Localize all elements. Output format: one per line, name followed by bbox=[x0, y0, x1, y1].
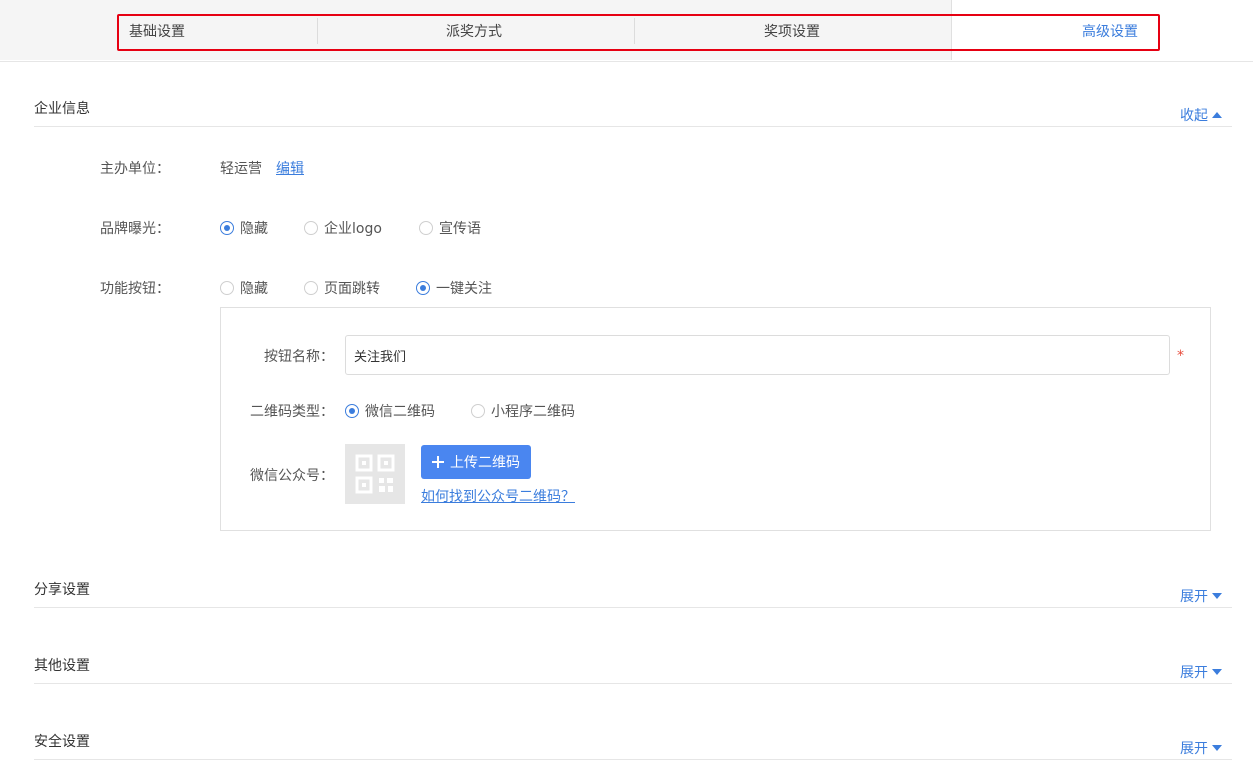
qr-radio-miniprogram[interactable]: 小程序二维码 bbox=[471, 401, 575, 421]
section-header-other: 其他设置 展开 bbox=[34, 650, 1232, 684]
tab-bar: 基础设置 派奖方式 奖项设置 高级设置 bbox=[0, 0, 1253, 62]
toggle-label: 收起 bbox=[1180, 108, 1208, 124]
radio-unchecked-icon bbox=[419, 221, 433, 235]
radio-label: 页面跳转 bbox=[324, 281, 380, 297]
toggle-label: 展开 bbox=[1180, 589, 1208, 605]
section-title: 企业信息 bbox=[34, 101, 90, 117]
tab-prize-settings[interactable]: 奖项设置 bbox=[764, 18, 820, 46]
radio-label: 宣传语 bbox=[439, 221, 481, 237]
radio-label: 企业logo bbox=[324, 221, 382, 237]
expand-toggle[interactable]: 展开 bbox=[1180, 738, 1222, 758]
qr-code-icon bbox=[355, 454, 395, 494]
tab-divider bbox=[634, 18, 635, 44]
brand-radio-slogan[interactable]: 宣传语 bbox=[419, 218, 481, 238]
collapse-toggle[interactable]: 收起 bbox=[1180, 105, 1222, 125]
section-title: 安全设置 bbox=[34, 734, 90, 750]
wechat-account-label: 微信公众号： bbox=[250, 468, 334, 484]
section-header-company: 企业信息 收起 bbox=[34, 92, 1232, 127]
caret-down-icon bbox=[1212, 745, 1222, 751]
brand-radio-logo[interactable]: 企业logo bbox=[304, 218, 382, 238]
func-radio-hide[interactable]: 隐藏 bbox=[220, 278, 268, 298]
tab-divider bbox=[317, 18, 318, 44]
upload-qr-label: 上传二维码 bbox=[450, 455, 520, 471]
radio-label: 隐藏 bbox=[240, 221, 268, 237]
section-title: 分享设置 bbox=[34, 582, 90, 598]
tab-basic-settings[interactable]: 基础设置 bbox=[129, 18, 185, 46]
section-header-security: 安全设置 展开 bbox=[34, 726, 1232, 760]
qr-code-placeholder bbox=[345, 444, 405, 504]
func-radio-page-jump[interactable]: 页面跳转 bbox=[304, 278, 380, 298]
toggle-label: 展开 bbox=[1180, 741, 1208, 757]
function-button-label: 功能按钮： bbox=[100, 281, 170, 297]
radio-label: 微信二维码 bbox=[365, 404, 435, 420]
radio-label: 小程序二维码 bbox=[491, 404, 575, 420]
button-name-input[interactable] bbox=[345, 335, 1170, 375]
radio-unchecked-icon bbox=[220, 281, 234, 295]
expand-toggle[interactable]: 展开 bbox=[1180, 662, 1222, 682]
radio-label: 隐藏 bbox=[240, 281, 268, 297]
brand-radio-hide[interactable]: 隐藏 bbox=[220, 218, 268, 238]
radio-label: 一键关注 bbox=[436, 281, 492, 297]
edit-organizer-link[interactable]: 编辑 bbox=[276, 158, 304, 178]
radio-checked-icon bbox=[416, 281, 430, 295]
qr-radio-wechat[interactable]: 微信二维码 bbox=[345, 401, 435, 421]
caret-down-icon bbox=[1212, 593, 1222, 599]
tab-award-method[interactable]: 派奖方式 bbox=[446, 18, 502, 46]
radio-checked-icon bbox=[345, 404, 359, 418]
organizer-label: 主办单位： bbox=[100, 161, 170, 177]
toggle-label: 展开 bbox=[1180, 665, 1208, 681]
qr-type-label: 二维码类型： bbox=[250, 404, 334, 420]
plus-icon bbox=[432, 456, 444, 468]
caret-down-icon bbox=[1212, 669, 1222, 675]
section-title: 其他设置 bbox=[34, 658, 90, 674]
radio-unchecked-icon bbox=[304, 221, 318, 235]
find-qr-help-link[interactable]: 如何找到公众号二维码？ bbox=[421, 486, 575, 506]
upload-qr-button[interactable]: 上传二维码 bbox=[421, 445, 531, 479]
organizer-value: 轻运营 bbox=[220, 161, 262, 177]
button-name-label: 按钮名称： bbox=[264, 349, 334, 365]
radio-unchecked-icon bbox=[471, 404, 485, 418]
tab-advanced-settings[interactable]: 高级设置 bbox=[1082, 18, 1138, 46]
required-mark: * bbox=[1177, 348, 1184, 364]
radio-unchecked-icon bbox=[304, 281, 318, 295]
radio-checked-icon bbox=[220, 221, 234, 235]
section-header-share: 分享设置 展开 bbox=[34, 574, 1232, 608]
func-radio-follow[interactable]: 一键关注 bbox=[416, 278, 492, 298]
caret-up-icon bbox=[1212, 112, 1222, 118]
brand-exposure-label: 品牌曝光： bbox=[100, 221, 170, 237]
expand-toggle[interactable]: 展开 bbox=[1180, 586, 1222, 606]
